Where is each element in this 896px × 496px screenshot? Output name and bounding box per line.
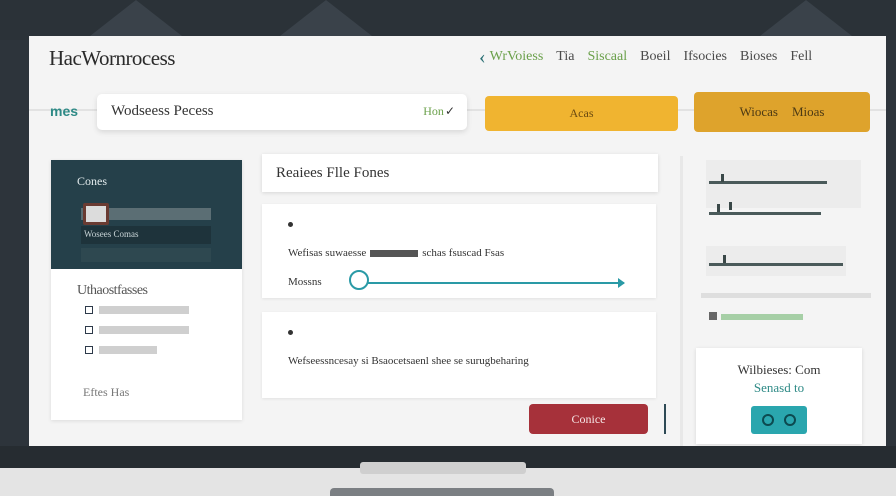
file-card-1-text-end: schas fsuscad Fsas [422, 247, 505, 259]
chevron-down-icon: ✓ [444, 104, 455, 118]
file-card-1-text: Wefisas suwaesse [288, 247, 367, 259]
file-header-title: Reaiees Flle Fones [276, 165, 390, 181]
column-divider [680, 156, 683, 446]
nav-item-2[interactable]: Tia [556, 49, 574, 65]
checkbox-icon[interactable] [85, 306, 93, 314]
left-panel-slider-thumb[interactable] [83, 203, 109, 225]
right-row-3[interactable] [706, 246, 846, 276]
right-card-title: Wilbieses: Com [737, 362, 821, 377]
cancel-button[interactable]: Conice [529, 404, 648, 434]
file-card-1-bar [370, 249, 419, 257]
secondary-button-label-a: Wiocas [739, 104, 778, 119]
checkbox-icon[interactable] [85, 346, 93, 354]
bullet-icon [288, 330, 293, 335]
right-row-3-line [709, 263, 843, 266]
nav-item-7[interactable]: Fell [790, 49, 812, 65]
screen: HacWornrocess ‹ WrVoiess Tia Siscaal Boe… [29, 36, 886, 446]
primary-button[interactable]: Acas [485, 96, 678, 131]
app-title: HacWornrocess [49, 46, 175, 70]
right-card: Wilbieses: Com Senasd to [696, 348, 862, 444]
cancel-separator [664, 404, 666, 434]
file-card-2-line: Wefseessncesay si Bsaocetsaenl shee se s… [288, 355, 529, 367]
status-bar [721, 314, 803, 320]
circle-icon [762, 414, 774, 426]
list-item-placeholder [99, 306, 189, 314]
left-panel-heading: Uthaostfasses [77, 283, 148, 298]
list-item[interactable] [85, 323, 189, 337]
progress-knob[interactable] [349, 270, 370, 290]
progress-label: Mossns [288, 276, 322, 288]
right-row-1-tick [721, 174, 724, 182]
left-panel-header: Cones Wosees Comas [51, 160, 242, 269]
search-filter-label: Hon [423, 104, 444, 118]
nav-item-3[interactable]: Siscaal [587, 49, 627, 65]
bullet-icon [288, 222, 293, 227]
left-panel-title: Cones [77, 174, 107, 188]
bezel-decoration [760, 0, 852, 36]
right-row-2-line [709, 212, 821, 215]
checkbox-icon[interactable] [85, 326, 93, 334]
status-square-icon [709, 312, 717, 320]
right-card-button[interactable] [751, 406, 807, 434]
list-item-placeholder [99, 346, 157, 354]
file-card-1[interactable]: Wefisas suwaesse schas fsuscad Fsas Mossn… [262, 204, 656, 298]
left-panel-sub-label: Wosees Comas [81, 226, 211, 244]
chevron-left-icon[interactable]: ‹ [479, 47, 486, 67]
right-row-2-tick [717, 204, 720, 212]
search-value: Wodseess Pecess [111, 103, 214, 119]
secondary-button[interactable]: Wiocas Mioas [694, 92, 870, 132]
search-filter-dropdown[interactable]: Hon✓ [423, 104, 455, 119]
file-header: Reaiees Flle Fones [262, 154, 658, 192]
bezel-decoration [280, 0, 372, 36]
monitor-stand [360, 462, 526, 474]
nav-item-1[interactable]: WrVoiess [490, 49, 544, 65]
right-row-3-tick [723, 255, 726, 263]
right-row-1-line [709, 181, 827, 184]
primary-button-label: Acas [569, 106, 594, 120]
monitor-stand-foot [330, 488, 554, 496]
top-nav: ‹ WrVoiess Tia Siscaal Boeil Ifsocies Bi… [479, 47, 825, 67]
nav-item-4[interactable]: Boeil [640, 49, 670, 65]
right-row-2-tick [729, 202, 732, 210]
right-row-1[interactable] [706, 160, 861, 208]
arrow-right-icon [618, 278, 625, 288]
right-separator [701, 293, 871, 298]
bezel-decoration [90, 0, 182, 36]
file-card-2[interactable]: Wefseessncesay si Bsaocetsaenl shee se s… [262, 312, 656, 398]
progress-track[interactable] [354, 282, 624, 284]
search-input[interactable]: Wodseess Pecess Hon✓ [97, 94, 467, 130]
right-card-subtitle: Senasd to [753, 380, 805, 395]
cancel-button-label: Conice [571, 411, 606, 426]
secondary-button-label-b: Mioas [791, 104, 825, 119]
list-item[interactable] [85, 343, 157, 357]
left-panel-sub-bar [81, 248, 211, 262]
list-item[interactable] [85, 303, 189, 317]
nav-item-5[interactable]: Ifsocies [683, 49, 727, 65]
circle-icon [784, 414, 796, 426]
left-panel-footer: Eftes Has [83, 385, 130, 399]
nav-item-6[interactable]: Bioses [740, 49, 777, 65]
file-card-1-line: Wefisas suwaesse schas fsuscad Fsas [288, 247, 504, 259]
list-item-placeholder [99, 326, 189, 334]
section-label: mes [50, 103, 79, 119]
left-panel: Cones Wosees Comas Uthaostfasses Eftes H… [51, 160, 242, 420]
